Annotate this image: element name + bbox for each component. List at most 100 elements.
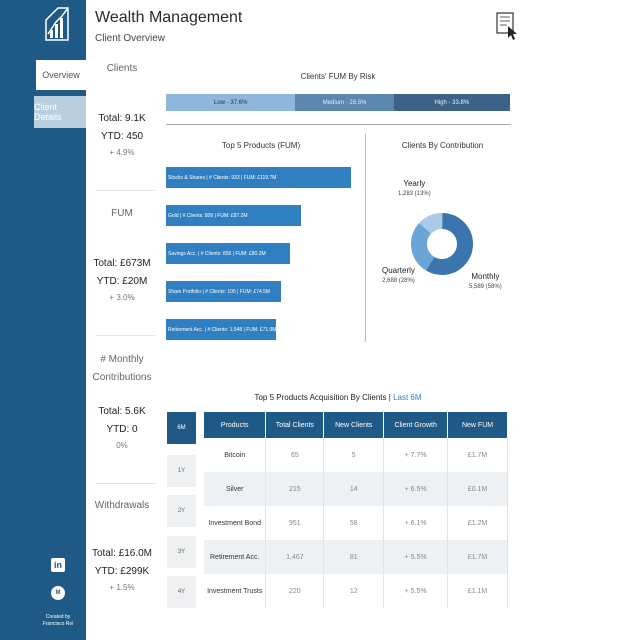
table-cell: Retirement Acc. bbox=[204, 540, 267, 574]
credit-text: Created by Francisco Rei bbox=[40, 614, 76, 628]
column-header: New FUM bbox=[447, 412, 508, 438]
donut-label-monthly: Monthly 5,589 (58%) bbox=[469, 272, 502, 292]
table-cell: £1.1M bbox=[447, 574, 508, 608]
kpi-title: Clients bbox=[106, 63, 138, 74]
table-cell: £1.2M bbox=[447, 506, 508, 540]
kpi-withdrawals: Withdrawals Total: £16.0M YTD: £299K + 1… bbox=[91, 497, 153, 595]
period-tab-4y[interactable]: 4Y bbox=[167, 576, 196, 608]
credit-line-1: Created by bbox=[45, 614, 71, 620]
table-header-row: Products Total Clients New Clients Clien… bbox=[204, 412, 508, 438]
kpi-title-line-1: # Monthly bbox=[100, 354, 144, 365]
risk-segment: Low - 37.6% bbox=[166, 94, 296, 111]
kpi-ytd: YTD: £20M bbox=[96, 276, 148, 287]
table-cell: + 6.5% bbox=[383, 472, 449, 506]
column-header: New Clients bbox=[323, 412, 385, 438]
donut-label-value: 2,688 (28%) bbox=[382, 278, 415, 284]
table-cell: 951 bbox=[265, 506, 325, 540]
kpi-total: Total: £16.0M bbox=[91, 548, 153, 559]
table-cell: 1,467 bbox=[265, 540, 325, 574]
donut-label-yearly: Yearly 1,283 (13%) bbox=[398, 179, 431, 199]
table-row: Silver 215 14 + 6.5% £0.1M bbox=[204, 472, 508, 506]
table-cell: £1.7M bbox=[447, 540, 508, 574]
product-bar: Savings Acc. | # Clients: 856 | FUM: £80… bbox=[166, 243, 290, 264]
period-tab-2y[interactable]: 2Y bbox=[167, 495, 196, 527]
product-bar: Retirement Acc. | # Clients: 1,548 | FUM… bbox=[166, 319, 276, 340]
table-row: Retirement Acc. 1,467 81 + 5.5% £1.7M bbox=[204, 540, 508, 574]
risk-segment: Medium - 28.5% bbox=[295, 94, 394, 111]
table-cell: + 5.5% bbox=[383, 574, 449, 608]
kpi-total: Total: £673M bbox=[93, 258, 151, 269]
table-cell: 81 bbox=[323, 540, 385, 574]
period-tab-3y[interactable]: 3Y bbox=[167, 536, 196, 568]
table-cell: Investment Trusts bbox=[204, 574, 267, 608]
page-subtitle: Client Overview bbox=[95, 33, 166, 44]
product-bar: Share Portfolio | # Clients: 105 | FUM: … bbox=[166, 281, 281, 302]
risk-segment: High - 33.8% bbox=[393, 94, 510, 111]
divider bbox=[166, 124, 511, 125]
kpi-total: Total: 5.6K bbox=[98, 406, 146, 417]
period-tab-1y[interactable]: 1Y bbox=[167, 455, 196, 487]
donut-label-name: Yearly bbox=[403, 179, 426, 188]
donut-label-quarterly: Quarterly 2,688 (28%) bbox=[382, 266, 415, 286]
table-row: Investment Bond 951 58 + 6.1% £1.2M bbox=[204, 506, 508, 540]
kpi-total: Total: 9.1K bbox=[98, 113, 146, 124]
acquisition-table: Products Total Clients New Clients Clien… bbox=[204, 412, 508, 608]
logo-icon bbox=[45, 7, 69, 41]
kpi-title: Withdrawals bbox=[94, 500, 150, 511]
table-row: Bitcoin 65 5 + 7.7% £1.7M bbox=[204, 438, 508, 472]
linkedin-icon[interactable]: in bbox=[51, 558, 65, 572]
donut-label-value: 1,283 (13%) bbox=[398, 191, 431, 197]
column-header: Products bbox=[204, 412, 267, 438]
column-header: Client Growth bbox=[383, 412, 449, 438]
table-cell: 14 bbox=[323, 472, 385, 506]
table-cell: + 7.7% bbox=[383, 438, 449, 472]
kpi-monthly-contributions: # Monthly Contributions Total: 5.6K YTD:… bbox=[91, 351, 153, 453]
top-products-title: Top 5 Products (FUM) bbox=[221, 141, 301, 150]
book-icon[interactable] bbox=[496, 12, 518, 42]
table-cell: + 6.1% bbox=[383, 506, 449, 540]
table-cell: Investment Bond bbox=[204, 506, 267, 540]
column-header: Total Clients bbox=[265, 412, 325, 438]
kpi-ytd: YTD: £299K bbox=[94, 566, 150, 577]
fum-risk-title: Clients' FUM By Risk bbox=[300, 72, 376, 81]
kpi-change: + 3.0% bbox=[109, 293, 135, 302]
table-cell: £1.7M bbox=[447, 438, 508, 472]
kpi-fum: FUM Total: £673M YTD: £20M + 3.0% bbox=[91, 205, 153, 305]
acquisition-period-label: Last 6M bbox=[393, 393, 422, 402]
kpi-change: 0% bbox=[116, 441, 128, 450]
table-cell: 5 bbox=[323, 438, 385, 472]
table-row: Investment Trusts 220 12 + 5.5% £1.1M bbox=[204, 574, 508, 608]
kpi-change: + 1.5% bbox=[109, 583, 135, 592]
period-tab-6m[interactable]: 6M bbox=[167, 412, 196, 444]
kpi-ytd: YTD: 0 bbox=[106, 424, 138, 435]
table-cell: 58 bbox=[323, 506, 385, 540]
product-bar: Gold | # Clients: 809 | FUM: £87.2M bbox=[166, 205, 301, 226]
table-cell: 215 bbox=[265, 472, 325, 506]
fum-risk-bar: Low - 37.6% Medium - 28.5% High - 33.8% bbox=[166, 94, 510, 111]
table-cell: Bitcoin bbox=[204, 438, 267, 472]
table-cell: Silver bbox=[204, 472, 267, 506]
acquisition-title: Top 5 Products Acquisition By Clients | … bbox=[166, 393, 510, 402]
contribution-title: Clients By Contribution bbox=[401, 141, 484, 150]
donut-label-name: Quarterly bbox=[382, 266, 415, 275]
divider bbox=[95, 335, 155, 336]
credit-line-2: Francisco Rei bbox=[42, 621, 74, 627]
divider bbox=[365, 134, 366, 342]
donut-label-value: 5,589 (58%) bbox=[469, 284, 502, 290]
donut-label-name: Monthly bbox=[471, 272, 500, 281]
kpi-clients: Clients Total: 9.1K YTD: 450 + 4.9% bbox=[91, 60, 153, 160]
kpi-title-line-2: Contributions bbox=[92, 372, 152, 383]
kpi-ytd: YTD: 450 bbox=[100, 131, 144, 142]
table-cell: 220 bbox=[265, 574, 325, 608]
table-cell: + 5.5% bbox=[383, 540, 449, 574]
table-cell: 65 bbox=[265, 438, 325, 472]
page-title: Wealth Management bbox=[95, 9, 243, 26]
medium-icon[interactable]: M bbox=[51, 586, 65, 600]
acquisition-title-text: Top 5 Products Acquisition By Clients | bbox=[254, 393, 391, 402]
nav-overview[interactable]: Overview bbox=[36, 60, 86, 90]
table-cell: 12 bbox=[323, 574, 385, 608]
nav-client-details[interactable]: Client Details bbox=[34, 96, 86, 128]
product-bar: Stocks & Shares | # Clients: 933 | FUM: … bbox=[166, 167, 351, 188]
divider bbox=[95, 190, 155, 191]
sidebar: Overview Client Details in M Created by … bbox=[0, 0, 86, 640]
